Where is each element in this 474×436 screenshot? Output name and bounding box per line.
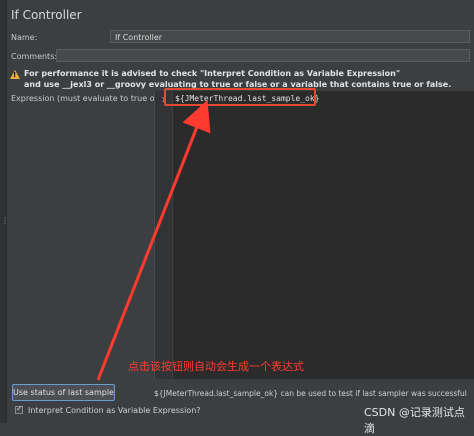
left-panel-edge: ⋮: [0, 0, 9, 423]
interpret-checkbox[interactable]: ✓: [15, 404, 23, 414]
expression-editor[interactable]: 1 ${JMeterThread.last_sample_ok}: [154, 91, 474, 379]
warning-text: For performance it is advised to check "…: [24, 68, 460, 90]
checkmark-icon: ✓: [16, 404, 23, 413]
panel-title: If Controller: [11, 8, 82, 22]
comments-field[interactable]: [56, 49, 470, 62]
name-label: Name:: [11, 33, 38, 42]
annotation-text: 点击该按钮则自动会生成一个表达式: [128, 360, 304, 373]
expression-highlight-box: [164, 88, 316, 106]
warning-icon: [10, 70, 20, 79]
csdn-watermark: CSDN @记录测试点滴: [364, 406, 465, 435]
name-field[interactable]: If Controller: [110, 30, 470, 43]
warning-line-1: For performance it is advised to check "…: [24, 69, 401, 78]
collapse-handle-icon[interactable]: ⋮: [1, 216, 9, 226]
line-gutter: 1: [155, 91, 173, 379]
comments-label: Comments:: [11, 52, 58, 61]
help-text: ${JMeterThread.last_sample_ok} can be us…: [154, 389, 467, 398]
interpret-checkbox-label[interactable]: Interpret Condition as Variable Expressi…: [28, 406, 201, 415]
use-status-button[interactable]: Use status of last sample: [12, 384, 115, 401]
